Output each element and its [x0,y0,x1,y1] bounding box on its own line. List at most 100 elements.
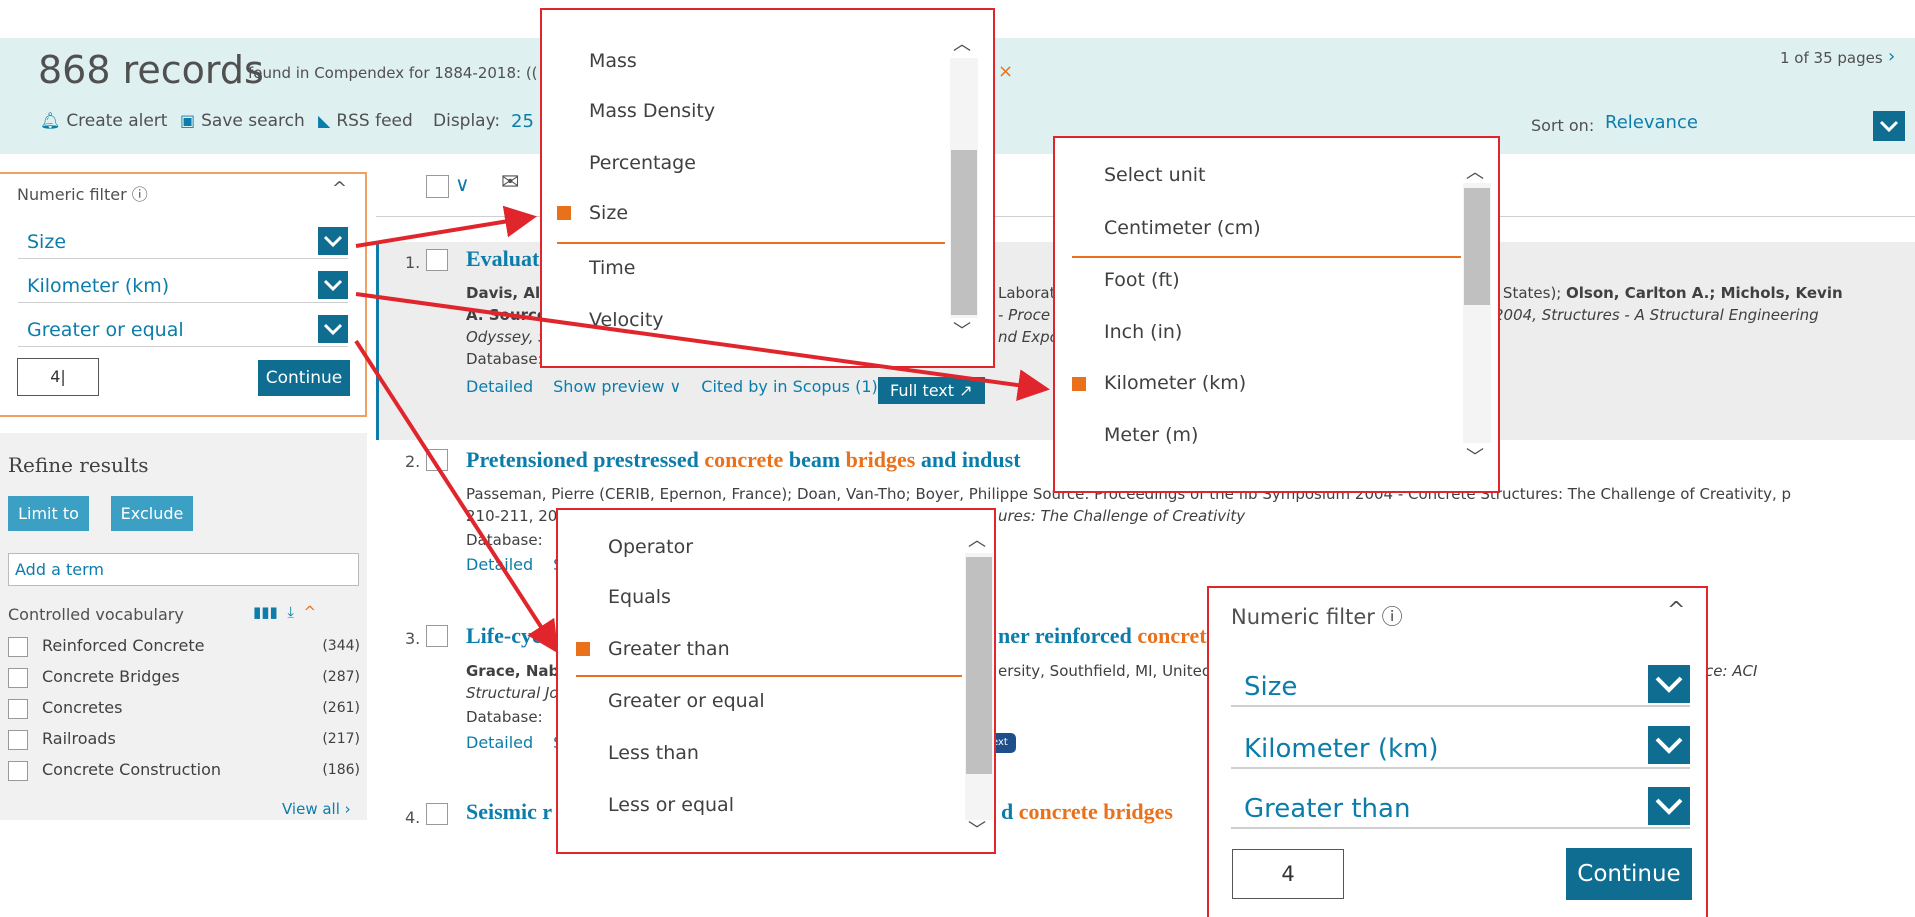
facet-checkbox[interactable] [8,730,28,750]
collapse-icon[interactable]: ^ [332,178,347,199]
chevron-down-icon[interactable]: ∨ [455,172,470,196]
scroll-up-icon[interactable]: ︿ [1466,158,1484,184]
collapse-icon[interactable]: ^ [304,603,317,621]
scrollbar-thumb[interactable] [951,150,977,315]
quantity-select[interactable]: Size [1231,665,1690,707]
unit-option[interactable]: Centimeter (cm) [1104,217,1261,239]
unit-dropdown-button[interactable] [318,271,348,299]
quantity-dropdown-button[interactable] [1648,665,1690,703]
chevron-down-icon [323,235,343,248]
result-checkbox[interactable] [426,249,448,271]
operator-dropdown-button[interactable] [1648,787,1690,825]
numeric-value-input[interactable]: 4 [1232,849,1344,899]
detailed-link[interactable]: Detailed [466,377,533,396]
operator-option[interactable]: Less than [608,742,699,764]
operator-option[interactable]: Less or equal [608,794,734,816]
result-checkbox[interactable] [426,449,448,471]
scroll-up-icon[interactable]: ︿ [953,30,971,56]
quantity-option[interactable]: Mass Density [589,100,715,122]
sort-select[interactable]: Relevance [1605,112,1698,133]
result-authors[interactable]: Olson, Carlton A.; Michols, Kevin [1566,284,1843,302]
continue-button[interactable]: Continue [1566,848,1692,900]
facet-item[interactable]: Concrete Bridges (287) [8,666,360,690]
quantity-option[interactable]: Percentage [589,152,696,174]
detailed-link[interactable]: Detailed [466,555,533,574]
info-icon[interactable]: ⓘ [1382,605,1403,629]
page-indicator: 1 of 35 pages [1780,49,1883,67]
clear-query-icon[interactable]: × [998,61,1013,82]
detailed-link[interactable]: Detailed [466,733,533,752]
operator-select[interactable]: Greater or equal [18,313,348,347]
view-all-link[interactable]: View all › [282,800,351,818]
operator-option-selected[interactable]: Greater than [608,638,730,660]
continue-button[interactable]: Continue [258,360,350,396]
quantity-option[interactable]: Mass [589,50,637,72]
result-checkbox[interactable] [426,803,448,825]
scroll-down-icon[interactable]: ﹀ [1466,443,1484,469]
quantity-option[interactable]: Velocity [589,309,664,331]
add-term-input[interactable]: Add a term [8,553,359,586]
operator-dropdown-button[interactable] [318,315,348,343]
facet-item[interactable]: Concrete Construction (186) [8,759,360,783]
facet-item[interactable]: Reinforced Concrete (344) [8,635,360,659]
facet-tools[interactable]: ▮▮▮ ⤓ ^ [253,603,316,621]
operator-select[interactable]: Greater than [1231,787,1690,829]
chart-icon[interactable]: ▮▮▮ [253,603,278,621]
facet-item[interactable]: Railroads (217) [8,728,360,752]
facet-checkbox[interactable] [8,637,28,657]
result-authors[interactable]: Davis, All [466,284,545,302]
info-icon[interactable]: ⓘ [132,185,148,204]
result-title[interactable]: Seismic r [466,799,552,825]
result-checkbox[interactable] [426,625,448,647]
create-alert-link[interactable]: 🔔︎ Create alert [40,111,167,131]
facet-checkbox[interactable] [8,699,28,719]
scrollbar-thumb[interactable] [966,557,992,774]
quantity-select[interactable]: Size [18,225,348,259]
operator-option[interactable]: Greater or equal [608,690,765,712]
result-source: Odyssey, S [466,328,548,346]
facet-checkbox[interactable] [8,668,28,688]
save-search-link[interactable]: ▣ Save search [180,111,305,131]
result-title[interactable]: ner reinforced concret [998,623,1207,649]
result-source: ce: ACI [1705,662,1758,680]
result-title[interactable]: Life-cycl [466,623,548,649]
unit-dropdown-button[interactable] [1648,726,1690,764]
show-preview-link[interactable]: Show preview ∨ [553,377,681,396]
rss-feed-link[interactable]: ◣ RSS feed [318,111,413,131]
unit-option[interactable]: Select unit [1104,164,1205,186]
unit-option[interactable]: Inch (in) [1104,321,1182,343]
email-icon[interactable]: ✉ [501,170,519,195]
next-page-icon[interactable]: › [1888,46,1895,67]
scroll-down-icon[interactable]: ﹀ [968,816,986,842]
numeric-value-input[interactable]: 4| [17,358,99,396]
quantity-dropdown-button[interactable] [318,227,348,255]
operator-option[interactable]: Equals [608,586,671,608]
chevron-down-icon [323,323,343,336]
result-title[interactable]: d concrete bridges [1001,799,1173,825]
unit-option[interactable]: Meter (m) [1104,424,1198,446]
collapse-icon[interactable]: ^ [1667,598,1685,623]
facet-item[interactable]: Concretes (261) [8,697,360,721]
full-text-button[interactable]: Full text ↗ [878,377,985,404]
sort-dropdown-button[interactable] [1873,111,1905,141]
quantity-option[interactable]: Time [589,257,636,279]
unit-option[interactable]: Foot (ft) [1104,269,1180,291]
cited-by-link[interactable]: Cited by in Scopus (1) [701,377,877,396]
result-title[interactable]: Evaluati [466,246,545,272]
scroll-down-icon[interactable]: ﹀ [953,317,971,343]
operator-option[interactable]: Operator [608,536,693,558]
download-icon[interactable]: ⤓ [287,603,294,621]
unit-option-selected[interactable]: Kilometer (km) [1104,372,1246,394]
display-count-select[interactable]: 25 [511,111,534,132]
quantity-option-selected[interactable]: Size [589,202,628,224]
result-title[interactable]: Pretensioned prestressed concrete beam b… [466,447,1021,473]
unit-select[interactable]: Kilometer (km) [18,269,348,303]
exclude-button[interactable]: Exclude [111,496,193,531]
result-authors[interactable]: Grace, Nab [466,662,559,680]
facet-checkbox[interactable] [8,761,28,781]
unit-select[interactable]: Kilometer (km) [1231,727,1690,769]
limit-to-button[interactable]: Limit to [8,496,89,531]
select-all-checkbox[interactable] [426,175,449,198]
scrollbar-thumb[interactable] [1464,188,1490,305]
scroll-up-icon[interactable]: ︿ [968,526,986,552]
